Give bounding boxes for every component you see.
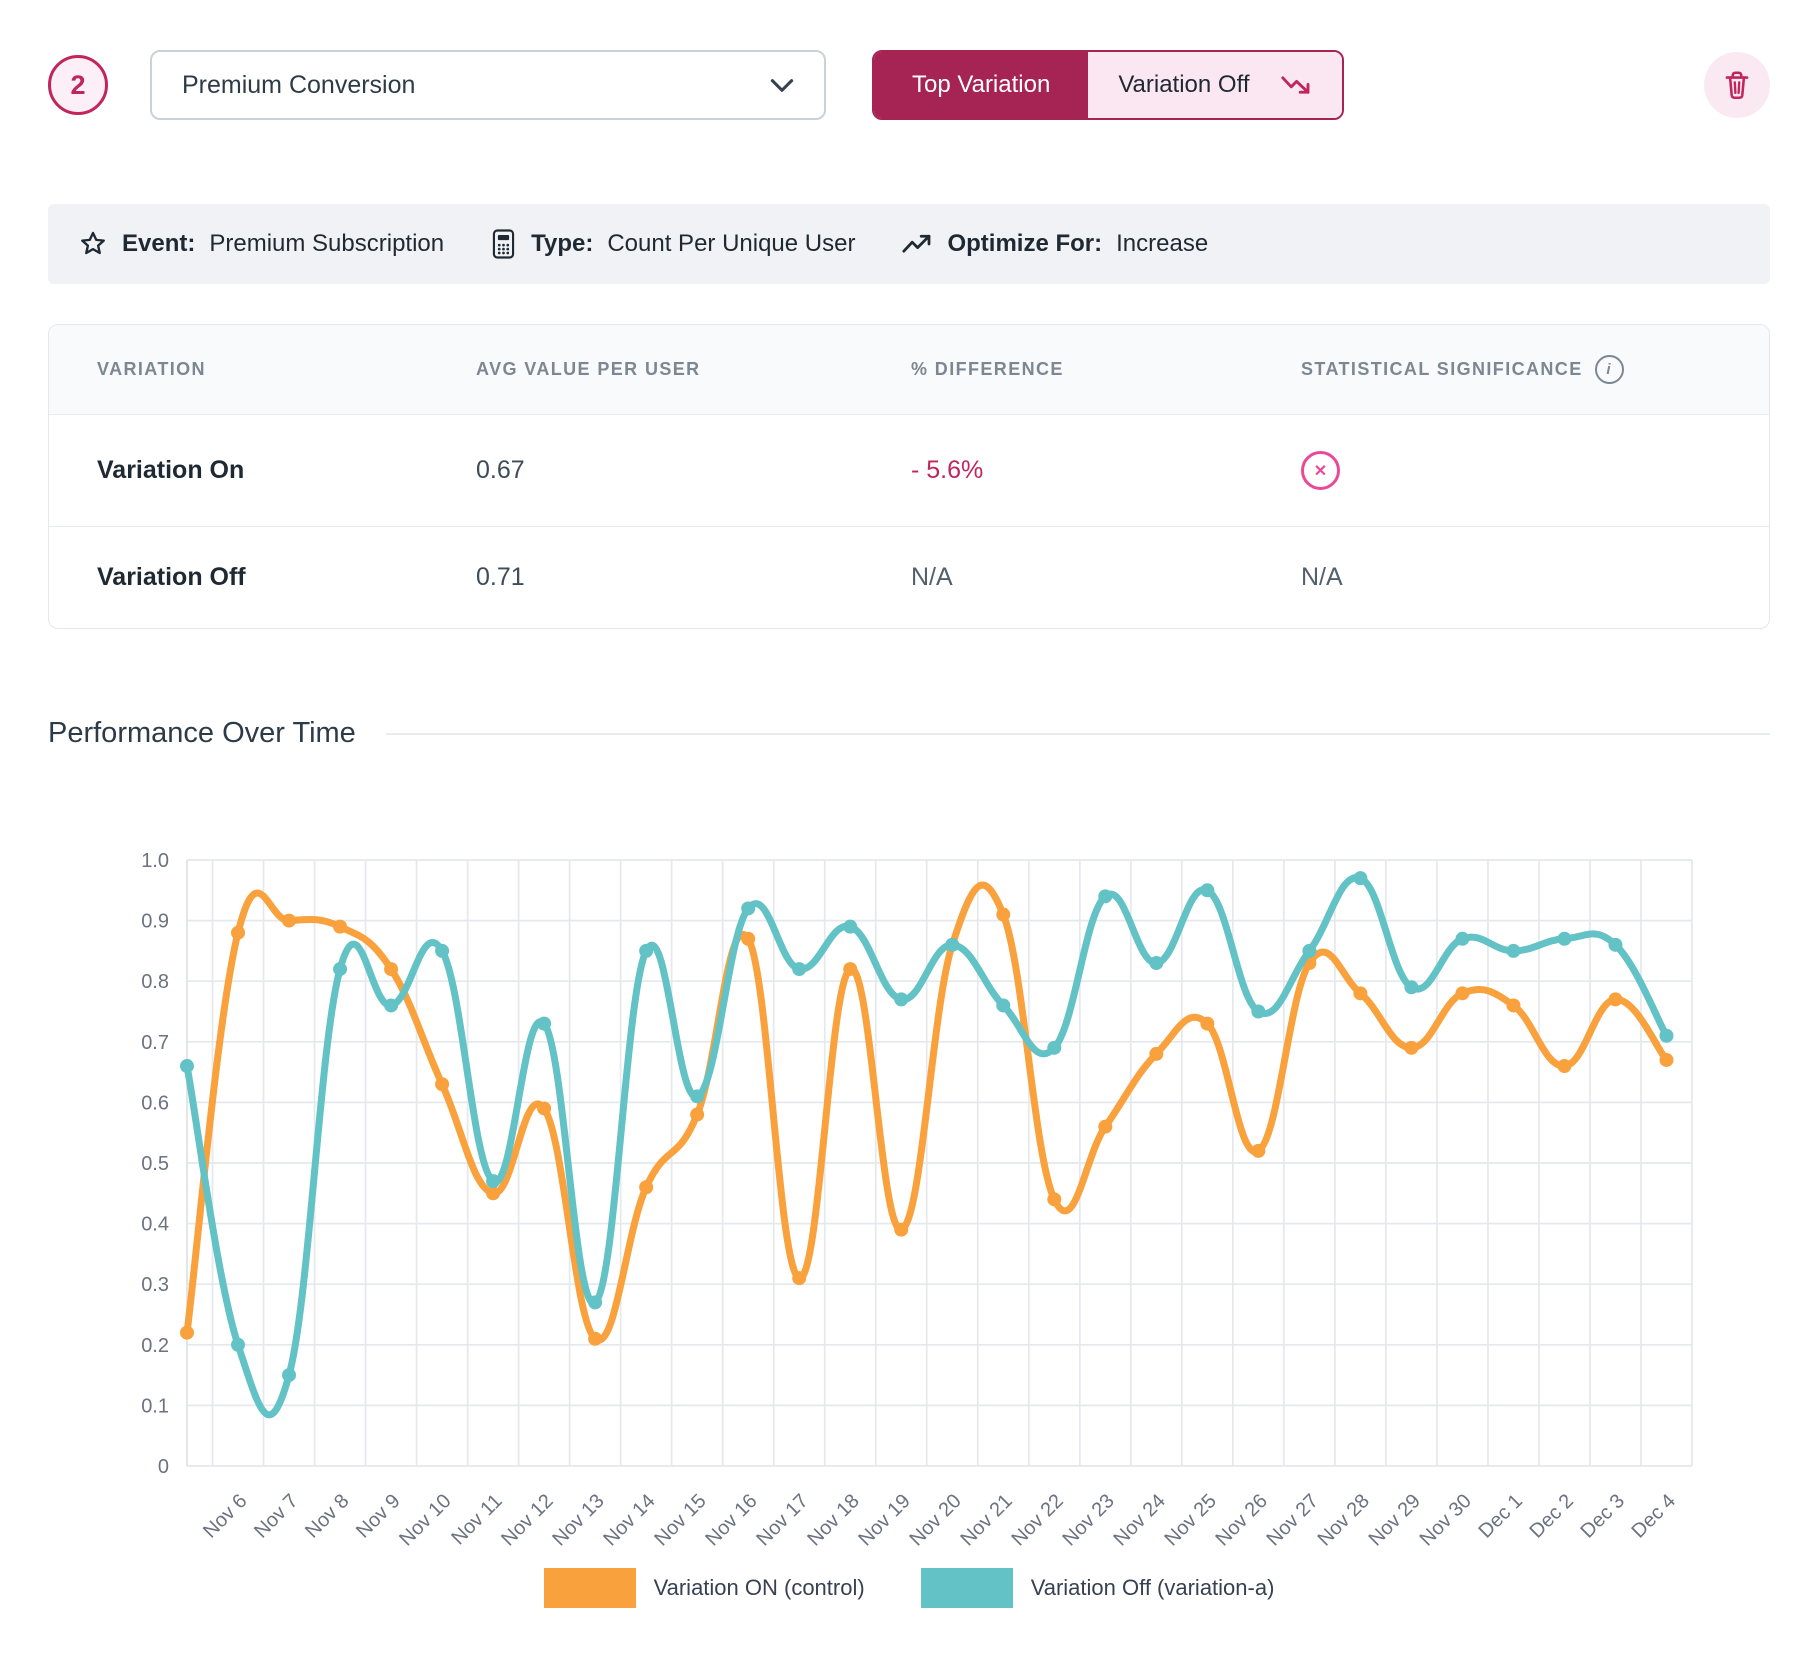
col-variation: VARIATION xyxy=(97,359,476,380)
row-difference: - 5.6% xyxy=(911,456,1301,485)
trend-down-icon xyxy=(1280,73,1312,97)
variation-off-button[interactable]: Variation Off xyxy=(1088,52,1341,118)
svg-text:0.7: 0.7 xyxy=(141,1032,169,1054)
svg-text:1.0: 1.0 xyxy=(141,850,169,872)
metric-summary-bar: Event: Premium Subscription Type: Count … xyxy=(48,204,1770,284)
svg-text:Nov 7: Nov 7 xyxy=(250,1490,303,1543)
row-variation-name: Variation On xyxy=(97,456,476,485)
svg-text:Nov 30: Nov 30 xyxy=(1416,1490,1476,1550)
top-variation-label: Top Variation xyxy=(912,71,1050,99)
svg-text:Nov 26: Nov 26 xyxy=(1212,1490,1272,1550)
legend-label: Variation Off (variation-a) xyxy=(1031,1575,1275,1601)
metric-dropdown[interactable]: Premium Conversion xyxy=(150,50,826,120)
svg-text:Nov 28: Nov 28 xyxy=(1314,1490,1374,1550)
svg-text:Nov 25: Nov 25 xyxy=(1161,1490,1221,1550)
svg-text:Dec 1: Dec 1 xyxy=(1474,1490,1527,1543)
svg-text:Nov 24: Nov 24 xyxy=(1109,1490,1169,1550)
metric-header-row: 2 Premium Conversion Top Variation Varia… xyxy=(48,48,1770,122)
svg-text:Dec 3: Dec 3 xyxy=(1577,1490,1630,1543)
table-row: Variation On 0.67 - 5.6% ✕ xyxy=(49,414,1769,526)
row-significance: ✕ xyxy=(1301,451,1769,490)
chevron-down-icon xyxy=(770,78,794,93)
col-difference: % DIFFERENCE xyxy=(911,359,1301,380)
section-divider xyxy=(386,733,1770,735)
svg-text:0.8: 0.8 xyxy=(141,971,169,993)
row-difference: N/A xyxy=(911,563,1301,592)
optimize-label: Optimize For: xyxy=(947,230,1102,258)
performance-chart-canvas[interactable]: 00.10.20.30.40.50.60.70.80.91.0Nov 6Nov … xyxy=(110,846,1770,1564)
svg-text:0.3: 0.3 xyxy=(141,1274,169,1296)
row-variation-name: Variation Off xyxy=(97,563,476,592)
svg-text:Nov 21: Nov 21 xyxy=(956,1490,1016,1550)
legend-swatch-teal xyxy=(921,1568,1013,1608)
performance-chart: 00.10.20.30.40.50.60.70.80.91.0Nov 6Nov … xyxy=(48,846,1770,1608)
svg-text:Nov 18: Nov 18 xyxy=(803,1490,863,1550)
not-significant-icon: ✕ xyxy=(1301,451,1340,490)
svg-text:0.6: 0.6 xyxy=(141,1092,169,1114)
svg-text:Nov 27: Nov 27 xyxy=(1263,1490,1323,1550)
svg-text:Nov 29: Nov 29 xyxy=(1365,1490,1425,1550)
trend-up-icon xyxy=(901,232,933,256)
metric-index-badge: 2 xyxy=(48,55,108,115)
svg-text:Nov 19: Nov 19 xyxy=(854,1490,914,1550)
svg-text:Nov 6: Nov 6 xyxy=(199,1490,252,1543)
summary-optimize: Optimize For: Increase xyxy=(901,230,1208,258)
svg-text:0.1: 0.1 xyxy=(141,1395,169,1417)
type-value: Count Per Unique User xyxy=(607,230,855,258)
row-avg-value: 0.71 xyxy=(476,563,911,592)
trash-icon xyxy=(1720,68,1754,102)
legend-swatch-orange xyxy=(544,1568,636,1608)
variation-toggle: Top Variation Variation Off xyxy=(872,50,1344,120)
col-significance-label: STATISTICAL SIGNIFICANCE xyxy=(1301,359,1583,380)
performance-section-header: Performance Over Time xyxy=(48,717,1770,750)
variation-off-label: Variation Off xyxy=(1118,71,1249,99)
svg-text:Nov 20: Nov 20 xyxy=(905,1490,965,1550)
optimize-value: Increase xyxy=(1116,230,1208,258)
svg-text:Nov 16: Nov 16 xyxy=(701,1490,761,1550)
delete-metric-button[interactable] xyxy=(1704,52,1770,118)
row-avg-value: 0.67 xyxy=(476,456,911,485)
col-avg-value: AVG VALUE PER USER xyxy=(476,359,911,380)
top-variation-button[interactable]: Top Variation xyxy=(874,52,1088,118)
svg-text:Nov 23: Nov 23 xyxy=(1058,1490,1118,1550)
svg-text:Nov 12: Nov 12 xyxy=(497,1490,557,1550)
row-significance: N/A xyxy=(1301,563,1769,592)
summary-event: Event: Premium Subscription xyxy=(78,229,444,259)
svg-text:Nov 22: Nov 22 xyxy=(1007,1490,1067,1550)
svg-text:0.4: 0.4 xyxy=(141,1214,169,1236)
type-label: Type: xyxy=(531,230,593,258)
metric-panel: 2 Premium Conversion Top Variation Varia… xyxy=(0,0,1806,1608)
svg-text:Nov 10: Nov 10 xyxy=(395,1490,455,1550)
svg-text:Dec 2: Dec 2 xyxy=(1525,1490,1578,1543)
chart-legend: Variation ON (control) Variation Off (va… xyxy=(48,1568,1770,1608)
legend-item-variation-on[interactable]: Variation ON (control) xyxy=(544,1568,865,1608)
svg-text:Nov 17: Nov 17 xyxy=(752,1490,812,1550)
svg-text:Nov 15: Nov 15 xyxy=(650,1490,710,1550)
legend-item-variation-off[interactable]: Variation Off (variation-a) xyxy=(921,1568,1275,1608)
svg-text:0: 0 xyxy=(158,1456,169,1478)
results-table: VARIATION AVG VALUE PER USER % DIFFERENC… xyxy=(48,324,1770,629)
metric-dropdown-value: Premium Conversion xyxy=(182,71,415,100)
legend-label: Variation ON (control) xyxy=(654,1575,865,1601)
results-table-header: VARIATION AVG VALUE PER USER % DIFFERENC… xyxy=(49,325,1769,414)
calculator-icon xyxy=(490,228,517,260)
svg-text:Nov 13: Nov 13 xyxy=(548,1490,608,1550)
star-icon xyxy=(78,229,108,259)
svg-text:Nov 14: Nov 14 xyxy=(599,1490,659,1550)
svg-text:0.9: 0.9 xyxy=(141,911,169,933)
info-icon[interactable]: i xyxy=(1595,355,1624,384)
section-title: Performance Over Time xyxy=(48,717,356,750)
svg-text:Nov 8: Nov 8 xyxy=(301,1490,354,1543)
event-label: Event: xyxy=(122,230,195,258)
table-row: Variation Off 0.71 N/A N/A xyxy=(49,526,1769,628)
svg-text:0.2: 0.2 xyxy=(141,1335,169,1357)
svg-text:Nov 11: Nov 11 xyxy=(447,1490,506,1549)
event-value: Premium Subscription xyxy=(209,230,444,258)
col-significance: STATISTICAL SIGNIFICANCE i xyxy=(1301,355,1769,384)
svg-text:0.5: 0.5 xyxy=(141,1153,169,1175)
summary-type: Type: Count Per Unique User xyxy=(490,228,855,260)
svg-text:Dec 4: Dec 4 xyxy=(1628,1490,1681,1543)
